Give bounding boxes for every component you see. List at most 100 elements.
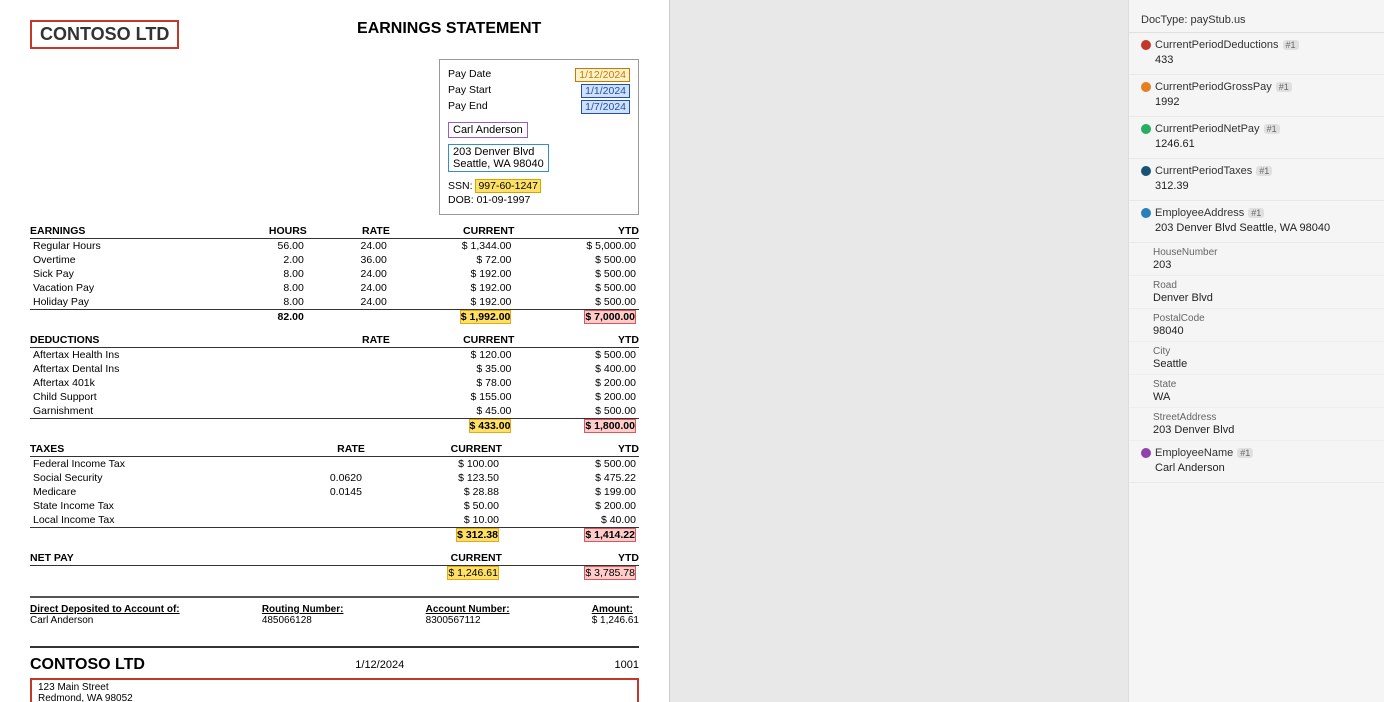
rp-badge-CurrentPeriodNetPay: #1 [1264, 124, 1280, 134]
netpay-totals-table: $ 1,246.61 $ 3,785.78 [30, 566, 639, 580]
pay-start-value: 1/1/2024 [581, 84, 630, 98]
ded-row-label: Aftertax 401k [30, 376, 307, 390]
earnings-row-ytd: $ 5,000.00 [514, 239, 639, 253]
earnings-total-ytd: $ 7,000.00 [584, 310, 636, 324]
dd-amount-col: Amount: $ 1,246.61 [592, 604, 639, 626]
earnings-row: Vacation Pay 8.00 24.00 $ 192.00 $ 500.0… [30, 281, 639, 295]
ded-row-rate [307, 376, 390, 390]
netpay-col-current: CURRENT [365, 552, 502, 564]
tax-row-ytd: $ 40.00 [502, 513, 639, 527]
rp-dot-EmployeeName [1141, 448, 1151, 458]
tax-total-ytd-cell: $ 1,414.22 [502, 528, 639, 543]
earnings-total-current-cell: $ 1,992.00 [390, 310, 515, 325]
pay-start-label: Pay Start [448, 84, 491, 98]
dob-value: 01-09-1997 [477, 194, 531, 206]
deductions-table: Aftertax Health Ins $ 120.00 $ 500.00 Af… [30, 348, 639, 418]
rp-label-CurrentPeriodNetPay: CurrentPeriodNetPay [1155, 123, 1260, 135]
taxes-table: Federal Income Tax $ 100.00 $ 500.00 Soc… [30, 457, 639, 527]
tax-col-label: TAXES [30, 443, 274, 455]
footer-addr2: Redmond, WA 98052 [38, 693, 631, 702]
ded-row-rate [307, 362, 390, 376]
rp-item-CurrentPeriodNetPay: CurrentPeriodNetPay #1 1246.61 [1129, 117, 1384, 159]
rp-sub-value-City: Seattle [1153, 358, 1372, 370]
tax-total-rate-cell [274, 528, 365, 543]
earnings-total-ytd-cell: $ 7,000.00 [514, 310, 639, 325]
earnings-row-hours: 56.00 [224, 239, 307, 253]
tax-row-ytd: $ 500.00 [502, 457, 639, 471]
ded-row-rate [307, 348, 390, 362]
netpay-col-label: NET PAY [30, 552, 365, 564]
rp-value-CurrentPeriodGrossPay: 1992 [1141, 96, 1372, 108]
rp-sub-EmployeeAddress-State: State WA [1129, 375, 1384, 408]
netpay-header-table: NET PAY CURRENT YTD [30, 552, 639, 564]
rp-sub-label-City: City [1153, 346, 1372, 357]
rp-dot-CurrentPeriodTaxes [1141, 166, 1151, 176]
tax-row-label: Federal Income Tax [30, 457, 274, 471]
ded-col-rate: RATE [307, 334, 390, 346]
tax-row-current: $ 100.00 [365, 457, 502, 471]
employee-address-block: 203 Denver Blvd Seattle, WA 98040 [448, 144, 630, 172]
netpay-current: $ 1,246.61 [447, 566, 499, 580]
earnings-row-rate: 24.00 [307, 239, 390, 253]
dd-account-num-value: 8300567112 [426, 615, 510, 626]
tax-row-ytd: $ 475.22 [502, 471, 639, 485]
rp-sub-EmployeeAddress-Road: Road Denver Blvd [1129, 276, 1384, 309]
rp-item-header-CurrentPeriodTaxes: CurrentPeriodTaxes #1 [1141, 165, 1372, 177]
rp-label-CurrentPeriodGrossPay: CurrentPeriodGrossPay [1155, 81, 1272, 93]
ded-total-rate-cell [307, 419, 390, 434]
rp-sub-EmployeeAddress-StreetAddress: StreetAddress 203 Denver Blvd [1129, 408, 1384, 441]
taxes-row: Local Income Tax $ 10.00 $ 40.00 [30, 513, 639, 527]
direct-deposit-section: Direct Deposited to Account of: Carl And… [30, 596, 639, 626]
earnings-row-label: Overtime [30, 253, 224, 267]
earnings-row: Holiday Pay 8.00 24.00 $ 192.00 $ 500.00 [30, 295, 639, 309]
rp-value-CurrentPeriodNetPay: 1246.61 [1141, 138, 1372, 150]
tax-total-current-cell: $ 312.38 [365, 528, 502, 543]
rp-dot-CurrentPeriodNetPay [1141, 124, 1151, 134]
dd-account-name: Carl Anderson [30, 615, 180, 626]
ded-row-rate [307, 404, 390, 418]
tax-row-rate: 0.0620 [274, 471, 365, 485]
document-header: CONTOSO LTD EARNINGS STATEMENT [30, 20, 639, 49]
earnings-row-current: $ 192.00 [390, 281, 515, 295]
pay-end-row: Pay End 1/7/2024 [448, 100, 630, 114]
tax-row-label: Local Income Tax [30, 513, 274, 527]
earnings-row: Sick Pay 8.00 24.00 $ 192.00 $ 500.00 [30, 267, 639, 281]
earnings-table: Regular Hours 56.00 24.00 $ 1,344.00 $ 5… [30, 239, 639, 309]
rp-item-EmployeeAddress: EmployeeAddress #1 203 Denver Blvd Seatt… [1129, 201, 1384, 243]
rp-item-EmployeeName: EmployeeName #1 Carl Anderson [1129, 441, 1384, 483]
right-panel: DocType: payStub.us CurrentPeriodDeducti… [1128, 0, 1384, 702]
tax-row-current: $ 10.00 [365, 513, 502, 527]
earnings-total-row: 82.00 $ 1,992.00 $ 7,000.00 [30, 310, 639, 325]
employee-addr1: 203 Denver Blvd [453, 146, 544, 158]
deductions-row: Aftertax Health Ins $ 120.00 $ 500.00 [30, 348, 639, 362]
footer-date: 1/12/2024 [355, 659, 404, 671]
dd-amount-value: $ 1,246.61 [592, 615, 639, 626]
rp-sub-label-StreetAddress: StreetAddress [1153, 412, 1372, 423]
earnings-col-current: CURRENT [390, 225, 515, 237]
rp-badge-CurrentPeriodTaxes: #1 [1256, 166, 1272, 176]
netpay-total-current-cell: $ 1,246.61 [365, 566, 502, 580]
rp-sub-EmployeeAddress-City: City Seattle [1129, 342, 1384, 375]
earnings-row-current: $ 1,344.00 [390, 239, 515, 253]
taxes-row: Federal Income Tax $ 100.00 $ 500.00 [30, 457, 639, 471]
pay-end-value: 1/7/2024 [581, 100, 630, 114]
earnings-totals-table: 82.00 $ 1,992.00 $ 7,000.00 [30, 309, 639, 324]
ded-col-ytd: YTD [514, 334, 639, 346]
ded-row-label: Child Support [30, 390, 307, 404]
earnings-row-hours: 8.00 [224, 281, 307, 295]
earnings-row-ytd: $ 500.00 [514, 281, 639, 295]
earnings-title: EARNINGS STATEMENT [259, 20, 639, 38]
earnings-row-hours: 2.00 [224, 253, 307, 267]
employee-name-block: Carl Anderson [448, 122, 630, 140]
rp-sub-label-HouseNumber: HouseNumber [1153, 247, 1372, 258]
rp-item-CurrentPeriodGrossPay: CurrentPeriodGrossPay #1 1992 [1129, 75, 1384, 117]
rp-item-CurrentPeriodDeductions: CurrentPeriodDeductions #1 433 [1129, 33, 1384, 75]
netpay-ytd: $ 3,785.78 [584, 566, 636, 580]
tax-total-label-cell [30, 528, 274, 543]
tax-row-ytd: $ 199.00 [502, 485, 639, 499]
ded-total-current: $ 433.00 [469, 419, 512, 433]
earnings-row-label: Sick Pay [30, 267, 224, 281]
taxes-header-table: TAXES RATE CURRENT YTD [30, 443, 639, 455]
earnings-col-label: EARNINGS [30, 225, 224, 237]
ded-total-ytd-cell: $ 1,800.00 [514, 419, 639, 434]
